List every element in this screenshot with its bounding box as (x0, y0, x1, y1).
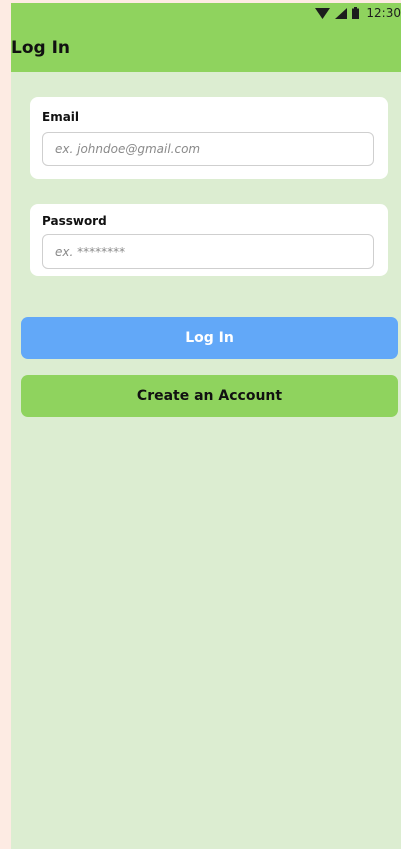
email-field[interactable] (42, 132, 374, 166)
create-account-button[interactable]: Create an Account (21, 375, 398, 417)
page-title: Log In (11, 38, 71, 58)
password-field[interactable] (42, 234, 374, 269)
app-bar: 12:30 Log In (11, 3, 401, 72)
email-label: Email (42, 110, 80, 124)
battery-icon (352, 7, 360, 19)
phone-screen: 12:30 Log In Email Password Log In Creat… (11, 3, 401, 849)
login-button[interactable]: Log In (21, 317, 398, 359)
email-card: Email (30, 97, 388, 179)
status-bar: 12:30 (315, 4, 401, 22)
status-time: 12:30 (366, 6, 401, 20)
cellular-signal-icon (335, 7, 348, 19)
password-label: Password (42, 214, 107, 228)
password-card: Password (30, 204, 388, 276)
wifi-icon (315, 7, 331, 19)
